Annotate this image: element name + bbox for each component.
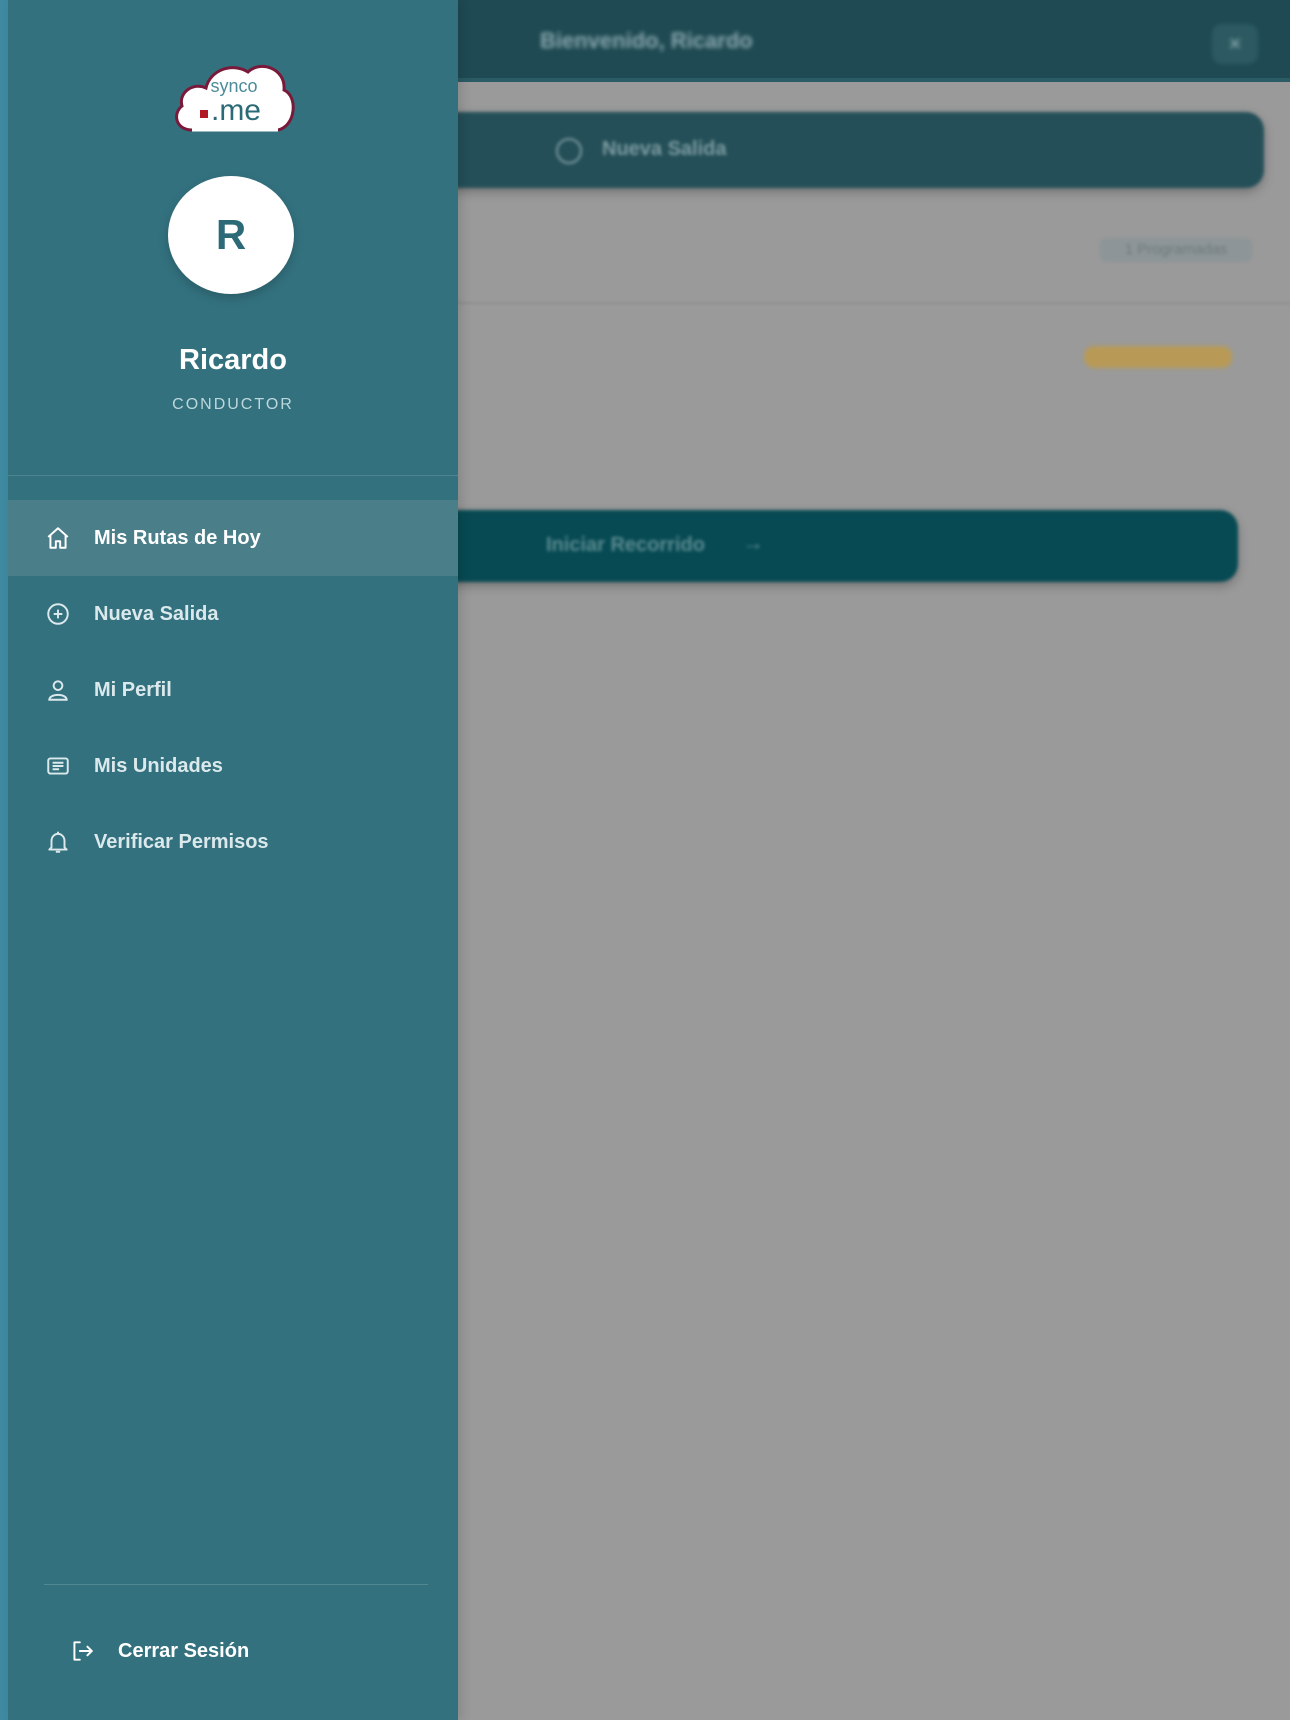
background-new-exit-label: Nueva Salida	[602, 138, 727, 160]
user-icon	[44, 676, 72, 704]
nav-item-mis-unidades[interactable]: Mis Unidades	[8, 728, 458, 804]
nav-item-label: Mis Rutas de Hoy	[94, 526, 261, 549]
background-scheduled-chip: 1 Programadas	[1100, 238, 1252, 262]
nav-item-nueva-salida[interactable]: Nueva Salida	[8, 576, 458, 652]
home-icon	[44, 524, 72, 552]
nav-item-label: Mi Perfil	[94, 678, 172, 701]
logout-label: Cerrar Sesión	[118, 1639, 250, 1662]
drawer-divider	[8, 475, 458, 476]
plus-circle-icon	[44, 600, 72, 628]
nav-item-label: Nueva Salida	[94, 602, 219, 625]
cloud-logo-icon: synco .me	[175, 64, 295, 132]
background-divider	[440, 302, 1290, 304]
background-arrow-right-icon: →	[742, 530, 764, 555]
user-name: Ricardo	[179, 344, 287, 376]
drawer-nav: Mis Rutas de Hoy Nueva Salida Mi Perfil	[8, 500, 458, 880]
nav-item-verificar-permisos[interactable]: Verificar Permisos	[8, 804, 458, 880]
background-start-route-button: Iniciar Recorrido →	[380, 510, 1238, 582]
user-role: CONDUCTOR	[172, 396, 294, 413]
background-plus-circle-icon	[556, 138, 582, 164]
nav-item-mis-rutas-de-hoy[interactable]: Mis Rutas de Hoy	[8, 500, 458, 576]
logout-button[interactable]: Cerrar Sesión	[68, 1626, 249, 1676]
nav-item-mi-perfil[interactable]: Mi Perfil	[8, 652, 458, 728]
background-status-badge	[1084, 346, 1232, 368]
logout-icon	[68, 1637, 96, 1665]
background-new-exit-button: Nueva Salida	[380, 112, 1264, 188]
background-header-title: Bienvenido, Ricardo	[540, 28, 753, 53]
footer-divider	[44, 1584, 428, 1585]
avatar: R	[168, 176, 294, 294]
background-start-route-label: Iniciar Recorrido	[546, 534, 705, 556]
logo-top-text: synco	[210, 76, 257, 96]
card-list-icon	[44, 752, 72, 780]
logo-dot	[200, 110, 208, 118]
side-drawer: synco .me R Ricardo CONDUCTOR Mis Rutas …	[8, 0, 458, 1720]
bell-icon	[44, 828, 72, 856]
logo-bottom-text: .me	[211, 94, 261, 127]
background-close-icon: ×	[1212, 24, 1258, 64]
nav-item-label: Mis Unidades	[94, 754, 223, 777]
app-viewport: Bienvenido, Ricardo × Nueva Salida 1 Pro…	[0, 0, 1290, 1720]
left-edge-strip	[0, 0, 8, 1720]
synco-me-logo: synco .me	[170, 56, 296, 134]
nav-item-label: Verificar Permisos	[94, 830, 269, 853]
